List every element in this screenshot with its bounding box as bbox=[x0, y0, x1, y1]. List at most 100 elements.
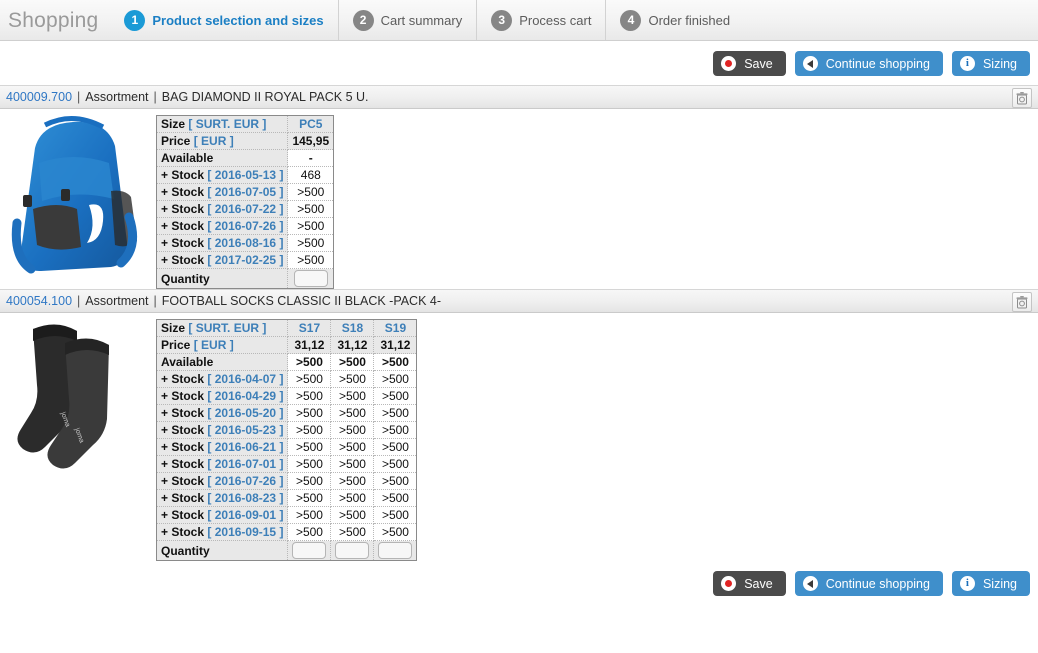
product-name: BAG DIAMOND II ROYAL PACK 5 U. bbox=[161, 90, 369, 104]
price-cell: 31,12 bbox=[287, 336, 332, 354]
stock-cell: >500 bbox=[287, 506, 332, 524]
product-type: Assortment bbox=[85, 90, 149, 104]
product-code[interactable]: 400009.700 bbox=[6, 90, 72, 104]
row-label-price: Price [ EUR ] bbox=[155, 336, 289, 354]
info-circle-icon: i bbox=[959, 576, 975, 591]
row-label-stock: + Stock [ 2017-02-25 ] bbox=[155, 251, 289, 269]
size-stock-table-wrapper: Size [ SURT. EUR ] S17 S18 S19 Price [ EUR ]… bbox=[155, 315, 418, 561]
save-button-label: Save bbox=[744, 56, 773, 71]
row-label-price: Price [ EUR ] bbox=[155, 132, 289, 150]
row-label-stock: + Stock [ 2016-07-26 ] bbox=[155, 217, 289, 235]
row-label-stock: + Stock [ 2016-06-21 ] bbox=[155, 438, 289, 456]
separator: | bbox=[153, 90, 157, 104]
stock-cell: >500 bbox=[287, 421, 332, 439]
step-4[interactable]: 4 Order finished bbox=[605, 0, 744, 40]
separator: | bbox=[77, 90, 81, 104]
step-label: Order finished bbox=[648, 12, 731, 28]
stock-cell: >500 bbox=[373, 506, 418, 524]
stock-cell: >500 bbox=[330, 370, 375, 388]
available-cell: - bbox=[287, 149, 335, 167]
info-circle-icon: i bbox=[959, 56, 975, 71]
arrow-left-circle-icon bbox=[802, 56, 818, 71]
row-label-quantity: Quantity bbox=[155, 268, 289, 289]
size-stock-table-wrapper: Size [ SURT. EUR ] PC5 Price [ EUR ] 145,95… bbox=[155, 111, 335, 289]
table-row-stock: + Stock [ 2016-07-01 ] >500 >500 >500 bbox=[155, 455, 418, 473]
sizing-button[interactable]: i Sizing bbox=[951, 51, 1030, 76]
table-row-stock: + Stock [ 2016-09-15 ] >500 >500 >500 bbox=[155, 523, 418, 541]
continue-shopping-label: Continue shopping bbox=[825, 56, 930, 71]
save-button-bottom[interactable]: Save bbox=[713, 571, 786, 596]
stock-cell: >500 bbox=[287, 489, 332, 507]
stock-cell: >500 bbox=[373, 438, 418, 456]
product-image-socks: jomajoma bbox=[17, 324, 109, 469]
stock-cell: >500 bbox=[287, 455, 332, 473]
size-stock-table: Size [ SURT. EUR ] S17 S18 S19 Price [ EUR ]… bbox=[155, 319, 418, 561]
trash-icon bbox=[1016, 91, 1028, 104]
stock-cell: 468 bbox=[287, 166, 335, 184]
stock-cell: >500 bbox=[330, 387, 375, 405]
quantity-input[interactable] bbox=[292, 542, 327, 559]
product-block: 400054.100 | Assortment | FOOTBALL SOCKS CLA… bbox=[0, 289, 1038, 561]
stock-cell: >500 bbox=[287, 404, 332, 422]
stock-cell: >500 bbox=[330, 404, 375, 422]
available-cell: >500 bbox=[373, 353, 418, 371]
stock-cell: >500 bbox=[330, 455, 375, 473]
step-1[interactable]: 1 Product selection and sizes bbox=[124, 0, 337, 40]
step-2[interactable]: 2 Cart summary bbox=[337, 0, 477, 40]
table-row-available: Available - bbox=[155, 149, 335, 167]
table-row-stock: + Stock [ 2016-04-07 ] >500 >500 >500 bbox=[155, 370, 418, 388]
stock-cell: >500 bbox=[287, 183, 335, 201]
quantity-input[interactable] bbox=[378, 542, 413, 559]
step-label: Process cart bbox=[519, 12, 592, 28]
toolbar-bottom: Save Continue shopping i Sizing bbox=[0, 561, 1038, 605]
stock-cell: >500 bbox=[287, 523, 332, 541]
product-image bbox=[0, 111, 156, 281]
record-dot-icon bbox=[721, 56, 737, 71]
row-label-stock: + Stock [ 2016-04-07 ] bbox=[155, 370, 289, 388]
sizing-button-bottom[interactable]: i Sizing bbox=[951, 571, 1030, 596]
stock-cell: >500 bbox=[287, 438, 332, 456]
row-label-stock: + Stock [ 2016-07-01 ] bbox=[155, 455, 289, 473]
product-code[interactable]: 400054.100 bbox=[6, 294, 72, 308]
row-label-stock: + Stock [ 2016-07-22 ] bbox=[155, 200, 289, 218]
step-3[interactable]: 3 Process cart bbox=[476, 0, 605, 40]
row-label-stock: + Stock [ 2016-05-13 ] bbox=[155, 166, 289, 184]
continue-shopping-button-bottom[interactable]: Continue shopping bbox=[794, 571, 943, 596]
delete-product-button[interactable] bbox=[1012, 292, 1032, 312]
row-label-stock: + Stock [ 2016-05-23 ] bbox=[155, 421, 289, 439]
sizing-label: Sizing bbox=[982, 56, 1017, 71]
table-row-stock: + Stock [ 2016-07-22 ] >500 bbox=[155, 200, 335, 218]
table-row-stock: + Stock [ 2016-09-01 ] >500 >500 >500 bbox=[155, 506, 418, 524]
table-row-stock: + Stock [ 2017-02-25 ] >500 bbox=[155, 251, 335, 269]
delete-product-button[interactable] bbox=[1012, 88, 1032, 108]
product-image-backpack bbox=[11, 116, 138, 274]
continue-shopping-button[interactable]: Continue shopping bbox=[794, 51, 943, 76]
quantity-cell bbox=[287, 540, 332, 561]
quantity-input[interactable] bbox=[335, 542, 370, 559]
price-cell: 31,12 bbox=[373, 336, 418, 354]
stock-cell: >500 bbox=[373, 489, 418, 507]
available-cell: >500 bbox=[330, 353, 375, 371]
table-row-stock: + Stock [ 2016-08-23 ] >500 >500 >500 bbox=[155, 489, 418, 507]
stock-cell: >500 bbox=[287, 251, 335, 269]
price-cell: 31,12 bbox=[330, 336, 375, 354]
record-dot-icon bbox=[721, 576, 737, 591]
table-row-stock: + Stock [ 2016-08-16 ] >500 bbox=[155, 234, 335, 252]
product-header: 400054.100 | Assortment | FOOTBALL SOCKS CLA… bbox=[0, 289, 1038, 313]
stock-cell: >500 bbox=[287, 472, 332, 490]
quantity-input[interactable] bbox=[293, 270, 328, 287]
stock-cell: >500 bbox=[287, 200, 335, 218]
row-label-stock: + Stock [ 2016-08-16 ] bbox=[155, 234, 289, 252]
row-label-stock: + Stock [ 2016-05-20 ] bbox=[155, 404, 289, 422]
save-button[interactable]: Save bbox=[713, 51, 786, 76]
separator: | bbox=[153, 294, 157, 308]
table-row-quantity: Quantity bbox=[155, 540, 418, 561]
row-label-size: Size [ SURT. EUR ] bbox=[155, 319, 289, 337]
step-indicator: 1 Product selection and sizes 2 Cart summar… bbox=[124, 0, 744, 40]
step-label: Product selection and sizes bbox=[152, 12, 324, 28]
table-row-stock: + Stock [ 2016-04-29 ] >500 >500 >500 bbox=[155, 387, 418, 405]
stock-cell: >500 bbox=[373, 370, 418, 388]
stock-cell: >500 bbox=[287, 234, 335, 252]
table-row-stock: + Stock [ 2016-06-21 ] >500 >500 >500 bbox=[155, 438, 418, 456]
product-body: Size [ SURT. EUR ] PC5 Price [ EUR ] 145,95… bbox=[0, 109, 1038, 289]
